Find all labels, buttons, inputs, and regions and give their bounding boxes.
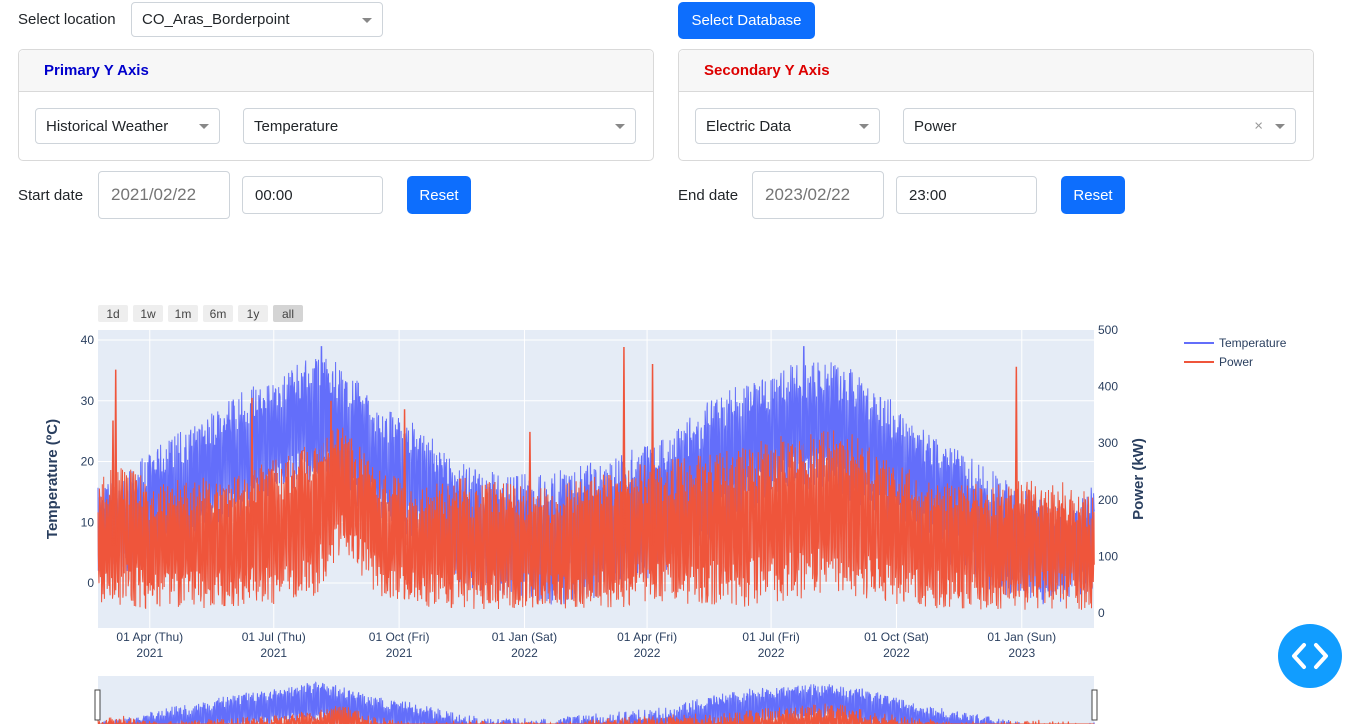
y2-tick-label: 100	[1098, 549, 1118, 563]
x-tick-year: 2021	[136, 646, 163, 660]
y-tick-label: 0	[87, 576, 94, 590]
legend-label-temperature: Temperature	[1219, 336, 1287, 350]
x-tick-year: 2021	[260, 646, 287, 660]
x-tick-year: 2021	[386, 646, 413, 660]
legend-label-power: Power	[1219, 355, 1253, 369]
y2-tick-label: 0	[1098, 606, 1105, 620]
code-icon	[1292, 643, 1328, 669]
x-tick-year: 2023	[1008, 646, 1035, 660]
range-slider-handle-right[interactable]	[1091, 689, 1098, 721]
x-tick-label: 01 Jan (Sun)	[987, 630, 1056, 644]
x-tick-year: 2022	[758, 646, 785, 660]
y2-tick-label: 200	[1098, 493, 1118, 507]
y-axis-title: Temperature (ºC)	[44, 419, 61, 539]
debug-toggle-button[interactable]	[1278, 624, 1342, 688]
y-tick-label: 10	[81, 515, 95, 529]
x-tick-label: 01 Oct (Fri)	[369, 630, 430, 644]
x-tick-year: 2022	[511, 646, 538, 660]
x-tick-label: 01 Jul (Thu)	[242, 630, 306, 644]
y-tick-label: 30	[81, 394, 95, 408]
y2-tick-label: 500	[1098, 323, 1118, 337]
y-tick-label: 20	[81, 455, 95, 469]
x-tick-label: 01 Apr (Thu)	[116, 630, 183, 644]
x-tick-label: 01 Apr (Fri)	[617, 630, 677, 644]
x-tick-label: 01 Jan (Sat)	[492, 630, 557, 644]
y2-axis-title: Power (kW)	[1130, 438, 1147, 520]
legend: Temperature Power	[1184, 336, 1287, 369]
y-tick-label: 40	[81, 333, 95, 347]
range-slider-handle-left[interactable]	[94, 689, 101, 721]
y2-tick-label: 400	[1098, 380, 1118, 394]
time-series-chart[interactable]: 010203040010020030040050001 Apr (Thu)202…	[0, 0, 1362, 724]
x-tick-label: 01 Oct (Sat)	[864, 630, 929, 644]
x-tick-label: 01 Jul (Fri)	[742, 630, 799, 644]
x-tick-year: 2022	[883, 646, 910, 660]
x-tick-year: 2022	[634, 646, 661, 660]
y2-tick-label: 300	[1098, 436, 1118, 450]
